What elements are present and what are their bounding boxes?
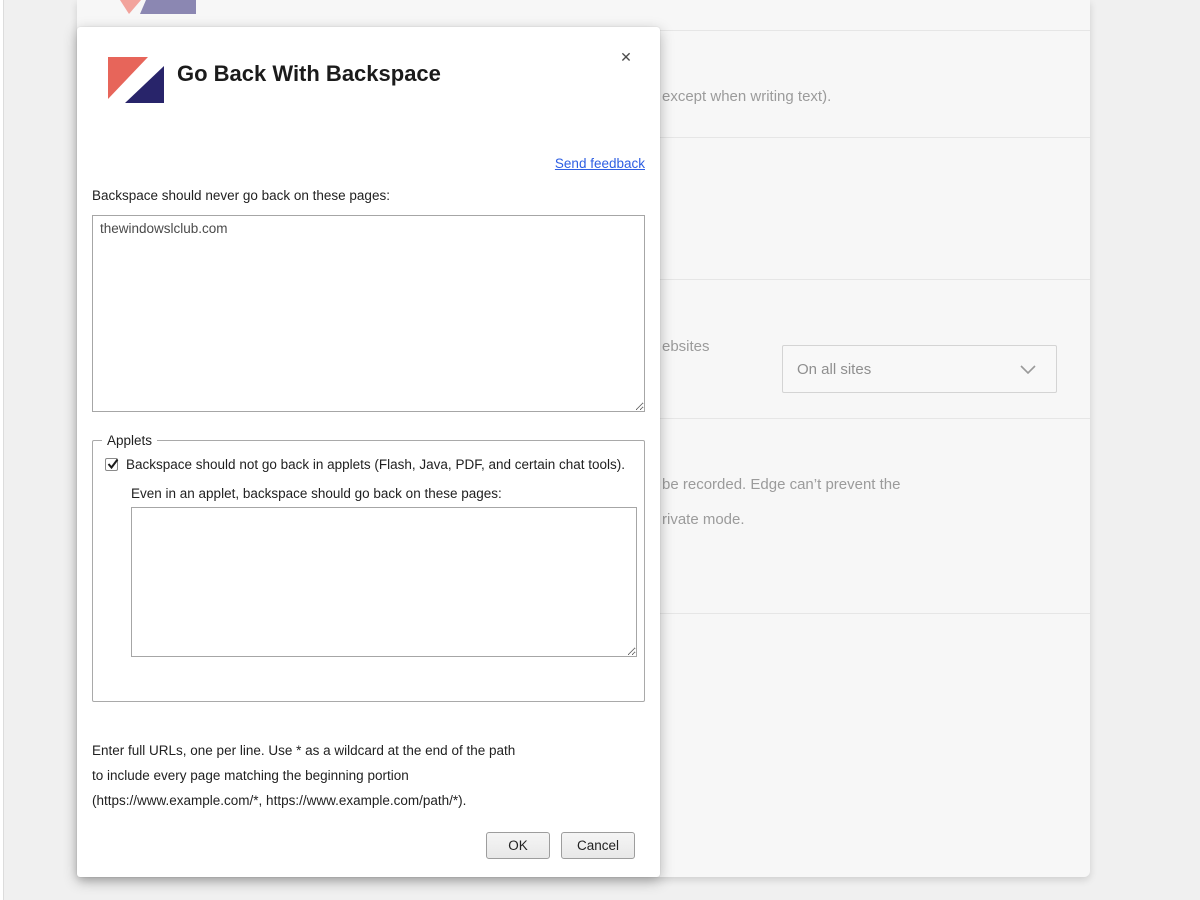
site-access-dropdown-value: On all sites: [797, 361, 871, 378]
go-back-with-backspace-dialog: ✕ Go Back With Backspace Send feedback B…: [77, 27, 660, 877]
applet-pages-label: Even in an applet, backspace should go b…: [131, 486, 644, 501]
dialog-title: Go Back With Backspace: [177, 61, 441, 87]
faded-app-logo-icon: [120, 0, 196, 14]
applets-fieldset: Applets Backspace should not go back in …: [92, 440, 645, 702]
inprivate-text-fragment-line1: be recorded. Edge can’t prevent the: [662, 476, 901, 493]
chevron-down-icon: [1020, 365, 1036, 374]
window-left-edge: [0, 0, 4, 900]
never-go-back-label: Backspace should never go back on these …: [92, 188, 390, 203]
ok-button[interactable]: OK: [486, 832, 550, 859]
applets-legend: Applets: [102, 432, 157, 449]
inprivate-text-fragment-line2: rivate mode.: [662, 511, 745, 528]
send-feedback-link[interactable]: Send feedback: [555, 156, 645, 171]
never-go-back-textarea[interactable]: thewindowslclub.com: [92, 215, 645, 412]
close-icon[interactable]: ✕: [616, 47, 636, 67]
cancel-button[interactable]: Cancel: [561, 832, 635, 859]
applets-checkbox-label: Backspace should not go back in applets …: [126, 457, 625, 472]
checkmark-icon: [106, 457, 120, 471]
sites-label-fragment: ebsites: [662, 338, 710, 355]
applet-pages-textarea[interactable]: [131, 507, 637, 657]
dialog-button-row: OK Cancel: [486, 832, 635, 859]
applets-checkbox[interactable]: [105, 458, 118, 471]
app-logo-icon: [108, 57, 164, 103]
applets-checkbox-row: Backspace should not go back in applets …: [93, 441, 644, 476]
permissions-text-fragment: except when writing text).: [662, 88, 831, 105]
wildcard-help-text: Enter full URLs, one per line. Use * as …: [92, 738, 648, 813]
site-access-dropdown[interactable]: On all sites: [782, 345, 1057, 393]
